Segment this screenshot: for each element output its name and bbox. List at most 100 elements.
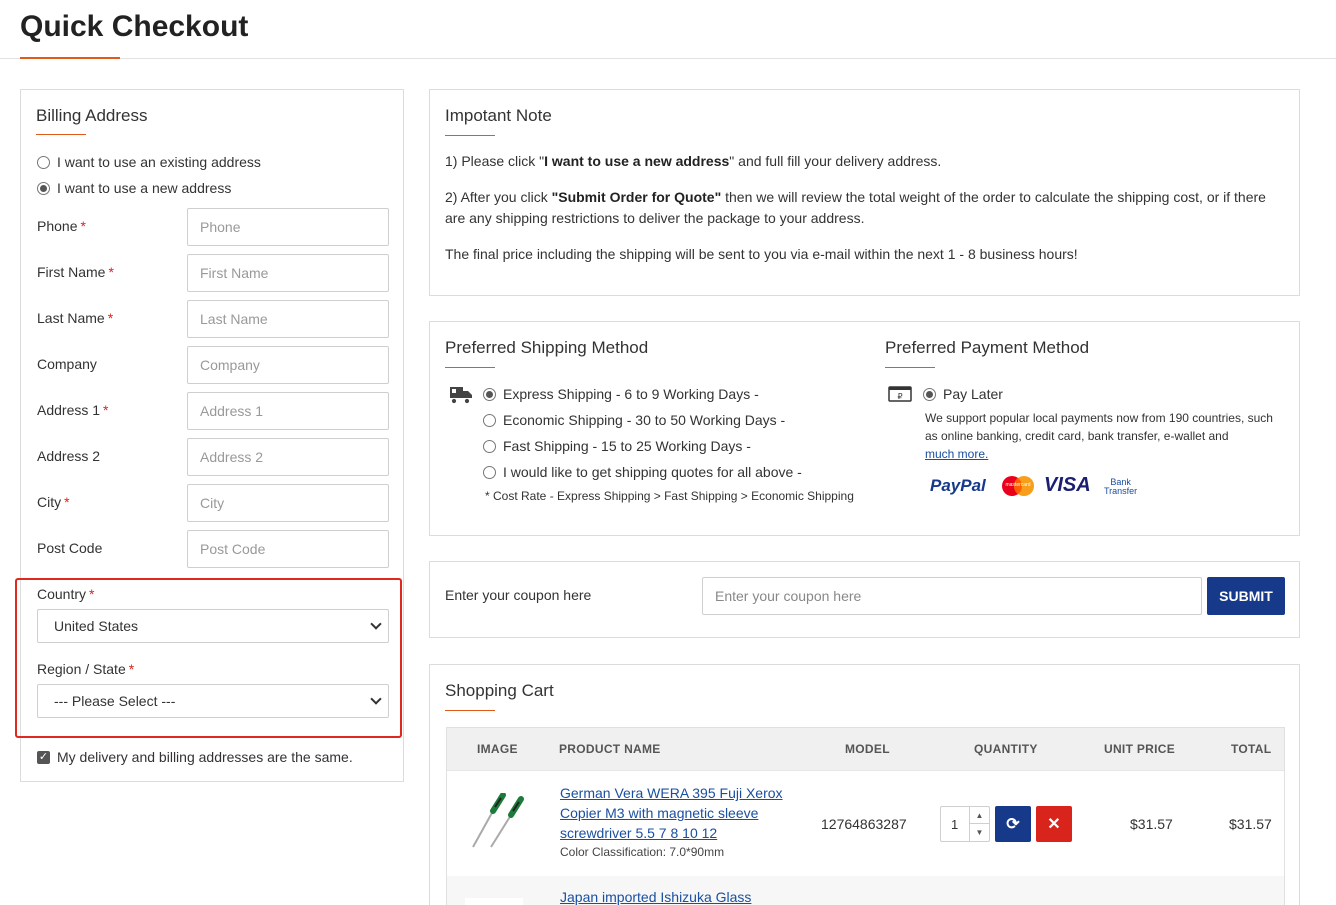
city-label-text: City — [37, 494, 62, 510]
same-address-checkbox[interactable]: ✓ My delivery and billing addresses are … — [37, 749, 353, 765]
address2-label: Address 2 — [37, 448, 100, 464]
all-quotes-label: I would like to get shipping quotes for … — [503, 464, 802, 480]
cost-rate-note: * Cost Rate - Express Shipping > Fast Sh… — [485, 489, 854, 503]
unit-price: $31.57 — [1130, 816, 1173, 832]
product-thumbnail[interactable] — [465, 898, 523, 905]
radio-checked-icon[interactable] — [923, 387, 936, 401]
address1-label: Address 1 * — [37, 402, 109, 418]
checkmark-icon[interactable]: ✓ — [37, 750, 50, 764]
new-address-label: I want to use a new address — [57, 180, 232, 196]
coupon-panel: Enter your coupon here SUBMIT — [429, 561, 1300, 638]
fast-shipping-option[interactable]: Fast Shipping - 15 to 25 Working Days - — [483, 438, 751, 454]
country-label-text: Country — [37, 586, 87, 602]
first-name-label: First Name * — [37, 264, 114, 280]
radio-icon[interactable] — [37, 155, 50, 169]
header-model: MODEL — [845, 742, 890, 756]
header-total: TOTAL — [1231, 742, 1272, 756]
cart-table-header: IMAGE PRODUCT NAME MODEL QUANTITY UNIT P… — [447, 728, 1284, 770]
region-select-value: --- Please Select --- — [54, 693, 176, 709]
page-title: Quick Checkout — [20, 10, 249, 43]
required-mark: * — [64, 494, 70, 510]
billing-address-panel: Billing Address I want to use an existin… — [20, 89, 404, 782]
required-mark: * — [128, 661, 135, 677]
note-paragraph-1: 1) Please click "I want to use a new add… — [445, 151, 1285, 172]
note-title: Impotant Note — [445, 106, 552, 125]
coupon-input[interactable] — [702, 577, 1202, 615]
svg-text:₽: ₽ — [897, 392, 902, 401]
country-select[interactable]: United States — [37, 609, 389, 643]
line-total: $31.57 — [1229, 816, 1272, 832]
address2-label-text: Address 2 — [37, 448, 101, 464]
radio-icon[interactable] — [483, 413, 496, 427]
last-name-label-text: Last Name — [37, 310, 105, 326]
chevron-down-icon — [370, 693, 382, 705]
company-input[interactable] — [187, 346, 389, 384]
fast-shipping-label: Fast Shipping - 15 to 25 Working Days - — [503, 438, 751, 454]
radio-checked-icon[interactable] — [37, 181, 50, 195]
product-thumbnail-icon[interactable] — [465, 793, 529, 851]
phone-label: Phone * — [37, 218, 86, 234]
cart-table: IMAGE PRODUCT NAME MODEL QUANTITY UNIT P… — [446, 727, 1285, 905]
post-code-label: Post Code — [37, 540, 102, 556]
shipping-title-underline — [445, 367, 495, 368]
product-name-link[interactable]: Japan imported Ishizuka Glass — [560, 887, 751, 905]
required-mark: * — [89, 586, 95, 602]
note-p1-bold: I want to use a new address — [544, 153, 730, 169]
methods-panel: Preferred Shipping Method Express Shippi… — [429, 321, 1300, 536]
billing-title: Billing Address — [36, 106, 148, 125]
post-code-input[interactable] — [187, 530, 389, 568]
product-option: Color Classification: 7.0*90mm — [560, 845, 725, 859]
much-more-link[interactable]: much more. — [925, 447, 988, 461]
visa-logo: VISA — [1044, 474, 1091, 496]
note-title-underline — [445, 135, 495, 136]
note-p1-post: " and full fill your delivery address. — [729, 153, 942, 169]
paypal-logo: PayPal — [930, 476, 986, 496]
city-input[interactable] — [187, 484, 389, 522]
economic-shipping-option[interactable]: Economic Shipping - 30 to 50 Working Day… — [483, 412, 785, 428]
chevron-down-icon[interactable]: ▼ — [970, 824, 989, 841]
product-name-link[interactable]: German Vera WERA 395 Fuji Xerox Copier M… — [560, 783, 800, 843]
radio-icon[interactable] — [483, 465, 496, 479]
express-shipping-option[interactable]: Express Shipping - 6 to 9 Working Days - — [483, 386, 759, 402]
required-mark: * — [108, 264, 114, 280]
header-unit-price: UNIT PRICE — [1104, 742, 1176, 756]
last-name-input[interactable] — [187, 300, 389, 338]
billing-title-underline — [36, 134, 86, 135]
address2-input[interactable] — [187, 438, 389, 476]
company-label-text: Company — [37, 356, 97, 372]
coupon-submit-button[interactable]: SUBMIT — [1207, 577, 1285, 615]
first-name-input[interactable] — [187, 254, 389, 292]
quantity-stepper[interactable]: 1 ▲ ▼ — [940, 806, 990, 842]
existing-address-option[interactable]: I want to use an existing address — [37, 154, 261, 170]
important-note-panel: Impotant Note 1) Please click "I want to… — [429, 89, 1300, 296]
paypal-logo-text: PayPal — [930, 476, 986, 495]
radio-icon[interactable] — [483, 439, 496, 453]
remove-item-button[interactable]: ✕ — [1036, 806, 1072, 842]
economic-shipping-label: Economic Shipping - 30 to 50 Working Day… — [503, 412, 786, 428]
pay-later-option[interactable]: Pay Later — [923, 386, 1003, 402]
region-select[interactable]: --- Please Select --- — [37, 684, 389, 718]
bank-transfer-logo: Bank Transfer — [1104, 478, 1137, 496]
table-row: German Vera WERA 395 Fuji Xerox Copier M… — [447, 770, 1284, 876]
same-address-label: My delivery and billing addresses are th… — [57, 749, 353, 765]
phone-input[interactable] — [187, 208, 389, 246]
address1-input[interactable] — [187, 392, 389, 430]
last-name-label: Last Name * — [37, 310, 113, 326]
radio-checked-icon[interactable] — [483, 387, 496, 401]
cart-title: Shopping Cart — [445, 681, 554, 700]
table-row: Japan imported Ishizuka Glass — [447, 876, 1284, 905]
new-address-option[interactable]: I want to use a new address — [37, 180, 231, 196]
quantity-spinner[interactable]: ▲ ▼ — [969, 807, 989, 841]
pay-later-label: Pay Later — [943, 386, 1003, 402]
required-mark: * — [107, 310, 114, 326]
close-icon: ✕ — [1047, 816, 1061, 833]
update-quantity-button[interactable]: ⟳ — [995, 806, 1031, 842]
payment-title-underline — [885, 367, 935, 368]
city-label: City * — [37, 494, 70, 510]
header-quantity: QUANTITY — [974, 742, 1038, 756]
all-quotes-option[interactable]: I would like to get shipping quotes for … — [483, 464, 802, 480]
chevron-down-icon — [370, 618, 382, 630]
chevron-up-icon[interactable]: ▲ — [970, 807, 989, 824]
note-p2-pre: 2) After you click — [445, 189, 552, 205]
country-label: Country * — [37, 586, 94, 602]
